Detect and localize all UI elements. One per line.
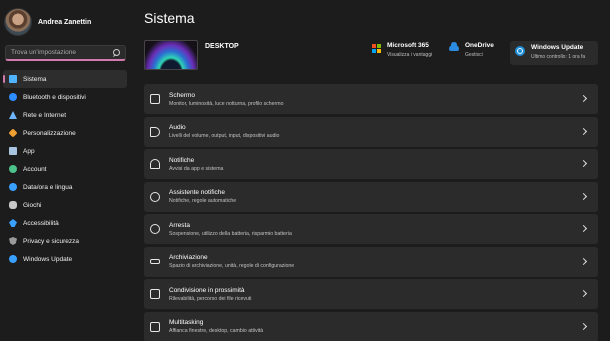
sidebar-item-label: Bluetooth e dispositivi — [23, 93, 86, 101]
sidebar-item-sistema[interactable]: Sistema — [3, 70, 127, 88]
apps-icon — [9, 147, 17, 155]
chevron-right-icon — [579, 192, 588, 200]
settings-row-notifiche[interactable]: Notifiche Avvisi da app e sistema — [144, 149, 598, 179]
sidebar-item-label: Data/ora e lingua — [23, 183, 73, 191]
row-title: Schermo — [169, 91, 196, 99]
speaker-icon — [150, 126, 160, 137]
chevron-right-icon — [579, 322, 588, 330]
sidebar-item-label: Account — [23, 165, 47, 173]
row-title: Audio — [169, 124, 186, 131]
row-subtitle: Rilevabilità, percorso dei file ricevuti — [169, 295, 252, 302]
sidebar-item-app[interactable]: App — [3, 142, 127, 160]
settings-row-arresta[interactable]: Arresta Sospensione, utilizzo della batte… — [144, 214, 598, 244]
account-icon — [9, 165, 17, 173]
sidebar-item-accessibilita[interactable]: Accessibilità — [3, 214, 127, 232]
share-icon — [150, 289, 160, 299]
storage-icon — [150, 259, 160, 264]
chevron-right-icon — [579, 257, 588, 265]
quick-link-onedrive[interactable]: OneDrive Gestisci — [449, 42, 494, 58]
sidebar: Andrea Zanettin Sistema Bluetooth e disp… — [0, 0, 130, 341]
chevron-right-icon — [579, 224, 588, 233]
row-title: Condivisione in prossimità — [169, 286, 245, 294]
search-icon[interactable] — [112, 48, 120, 57]
sidebar-item-personalizzazione[interactable]: Personalizzazione — [3, 124, 127, 142]
settings-row-audio[interactable]: Audio Livelli del volume, output, input, … — [144, 116, 598, 147]
bell-icon — [150, 159, 160, 169]
chevron-right-icon — [579, 127, 588, 135]
search-box[interactable] — [5, 45, 126, 61]
chevron-right-icon — [579, 159, 588, 168]
row-subtitle: Spazio di archiviazione, unità, regole d… — [169, 263, 295, 269]
settings-row-schermo[interactable]: Schermo Monitor, luminosità, luce notturn… — [144, 84, 598, 114]
row-title: Multitasking — [169, 319, 204, 326]
row-title: Arresta — [169, 221, 190, 229]
settings-row-condivisione-prossimita[interactable]: Condivisione in prossimità Rilevabilità, … — [144, 279, 598, 309]
profile-name: Andrea Zanettin — [38, 18, 92, 26]
page-title: Sistema — [144, 10, 195, 26]
sidebar-item-label: Privacy e sicurezza — [23, 237, 79, 245]
shield-icon — [9, 237, 17, 245]
sidebar-item-privacy[interactable]: Privacy e sicurezza — [3, 232, 127, 250]
quick-link-title: Windows Update — [531, 44, 584, 51]
row-subtitle: Notifiche, regole automatiche — [169, 198, 237, 204]
quick-link-subtitle: Visualizza i vantaggi — [387, 52, 433, 58]
accessibility-icon — [9, 219, 17, 227]
sidebar-item-network[interactable]: Rete e Internet — [3, 106, 127, 124]
row-title: Archiviazione — [169, 254, 208, 261]
sidebar-item-giochi[interactable]: Giochi — [3, 196, 127, 214]
brush-icon — [8, 128, 18, 138]
settings-row-assistente-notifiche[interactable]: Assistente notifiche Notifiche, regole au… — [144, 181, 598, 212]
row-subtitle: Affianca finestre, desktop, cambio attiv… — [169, 328, 264, 334]
device-banner: DESKTOP — [144, 40, 239, 70]
update-icon — [9, 255, 17, 263]
sidebar-item-label: Sistema — [23, 75, 47, 83]
microsoft-365-icon — [372, 44, 381, 53]
sidebar-item-label: Personalizzazione — [23, 129, 76, 137]
chevron-right-icon — [579, 289, 588, 298]
sidebar-item-bluetooth[interactable]: Bluetooth e dispositivi — [3, 88, 127, 106]
sidebar-item-label: Accessibilità — [23, 219, 59, 227]
bluetooth-icon — [9, 93, 17, 101]
sidebar-nav: Sistema Bluetooth e dispositivi Rete e I… — [3, 70, 127, 268]
settings-list: Schermo Monitor, luminosità, luce notturn… — [144, 84, 598, 341]
quick-link-microsoft-365[interactable]: Microsoft 365 Visualizza i vantaggi — [372, 42, 432, 58]
device-name[interactable]: DESKTOP — [205, 43, 239, 70]
row-subtitle: Avvisi da app e sistema — [169, 165, 224, 172]
avatar[interactable] — [4, 8, 32, 36]
search-input[interactable] — [11, 49, 112, 56]
onedrive-icon — [449, 42, 459, 51]
profile[interactable]: Andrea Zanettin — [4, 8, 91, 36]
globe-clock-icon — [9, 183, 17, 191]
gamepad-icon — [9, 201, 17, 209]
sidebar-item-label: Rete e Internet — [23, 111, 66, 119]
sidebar-item-label: Giochi — [23, 201, 42, 209]
quick-link-subtitle: Gestisci — [465, 52, 483, 58]
system-icon — [9, 75, 17, 83]
sidebar-item-data-ora-lingua[interactable]: Data/ora e lingua — [3, 178, 127, 196]
multitasking-icon — [150, 321, 160, 332]
sidebar-item-label: App — [23, 147, 35, 155]
network-icon — [9, 111, 17, 119]
wallpaper-thumbnail[interactable] — [144, 40, 198, 70]
sidebar-item-windows-update[interactable]: Windows Update — [3, 250, 127, 268]
quick-link-title: OneDrive — [465, 42, 494, 49]
settings-row-archiviazione[interactable]: Archiviazione Spazio di archiviazione, un… — [144, 246, 598, 277]
row-subtitle: Sospensione, utilizzo della batteria, ri… — [169, 230, 292, 237]
windows-update-icon — [515, 46, 525, 56]
moon-icon — [150, 191, 160, 202]
row-title: Assistente notifiche — [169, 189, 226, 196]
sidebar-item-account[interactable]: Account — [3, 160, 127, 178]
row-subtitle: Monitor, luminosità, luce notturna, prof… — [169, 100, 284, 107]
settings-row-multitasking[interactable]: Multitasking Affianca finestre, desktop, … — [144, 311, 598, 341]
quick-link-subtitle: Ultimo controllo: 1 ora fa — [531, 54, 586, 60]
sidebar-item-label: Windows Update — [23, 255, 73, 263]
quick-link-title: Microsoft 365 — [387, 42, 429, 49]
quick-link-windows-update[interactable]: Windows Update Ultimo controllo: 1 ora f… — [510, 41, 598, 65]
chevron-right-icon — [579, 94, 588, 103]
row-title: Notifiche — [169, 156, 195, 164]
row-subtitle: Livelli del volume, output, input, dispo… — [169, 133, 280, 139]
power-icon — [150, 224, 160, 234]
display-icon — [150, 94, 160, 104]
